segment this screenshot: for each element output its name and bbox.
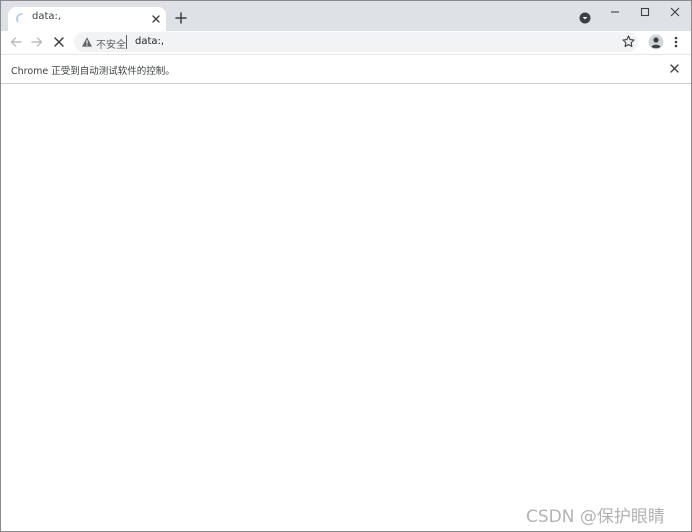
forward-arrow-icon[interactable] <box>30 35 44 49</box>
watermark: CSDN @保护眼睛 <box>526 507 665 527</box>
security-label[interactable]: 不安全 <box>96 36 126 51</box>
stop-loading-icon[interactable] <box>52 35 66 49</box>
maximize-icon[interactable] <box>638 5 652 19</box>
browser-window: data:, 不安全 data:, Chrome 正受到自动测试软件的控制。 <box>0 0 692 532</box>
tab-close-icon[interactable] <box>149 12 163 26</box>
close-window-icon[interactable] <box>668 5 682 19</box>
tab-strip: data:, <box>1 1 691 31</box>
tab-title: data:, <box>32 11 62 22</box>
bookmark-star-icon[interactable] <box>622 35 635 48</box>
profile-icon[interactable] <box>648 34 664 50</box>
omnibox-divider <box>126 35 127 49</box>
minimize-icon[interactable] <box>608 5 622 19</box>
kebab-menu-icon[interactable] <box>670 35 682 49</box>
infobar-message: Chrome 正受到自动测试软件的控制。 <box>11 66 175 77</box>
tab-data[interactable]: data:, <box>8 7 166 31</box>
back-arrow-icon[interactable] <box>9 35 23 49</box>
toolbar: 不安全 data:, <box>1 31 691 53</box>
page-content <box>1 84 691 531</box>
infobar-close-icon[interactable] <box>668 62 681 75</box>
warning-icon[interactable] <box>81 36 93 48</box>
loading-spinner-icon <box>16 13 23 23</box>
url-text[interactable]: data:, <box>135 36 164 47</box>
new-tab-plus-icon[interactable] <box>174 11 188 25</box>
tab-search-icon[interactable] <box>579 12 591 24</box>
omnibox[interactable]: 不安全 data:, <box>74 32 638 52</box>
automation-infobar: Chrome 正受到自动测试软件的控制。 <box>1 54 691 84</box>
